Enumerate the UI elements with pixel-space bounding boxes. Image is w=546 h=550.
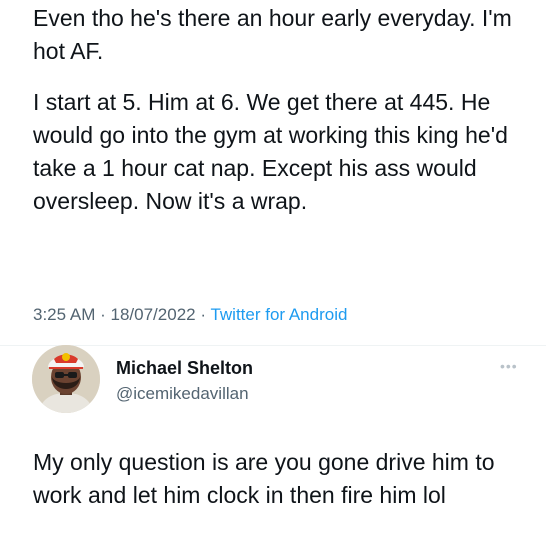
tweet-text-paragraph-2: I start at 5. Him at 6. We get there at … [33, 89, 508, 214]
tweet-source-link[interactable]: Twitter for Android [210, 305, 347, 324]
tweet-text-paragraph-1: Even tho he's there an hour early everyd… [33, 5, 512, 64]
divider [0, 345, 546, 346]
meta-separator: · [100, 305, 106, 324]
avatar[interactable] [32, 345, 100, 413]
tweet-time[interactable]: 3:25 AM [33, 305, 95, 324]
profile-photo-icon [32, 345, 100, 413]
tweet-metadata: 3:25 AM · 18/07/2022 · Twitter for Andro… [33, 304, 347, 326]
tweet-date[interactable]: 18/07/2022 [111, 305, 196, 324]
tweet-thread: Even tho he's there an hour early everyd… [0, 0, 546, 550]
reply-text: My only question is are you gone drive h… [33, 449, 495, 508]
reply-author-handle[interactable]: @icemikedavillan [116, 384, 249, 404]
meta-separator: · [200, 305, 207, 324]
reply-author-name[interactable]: Michael Shelton [116, 358, 253, 379]
more-dots-icon[interactable]: ••• [500, 358, 518, 374]
